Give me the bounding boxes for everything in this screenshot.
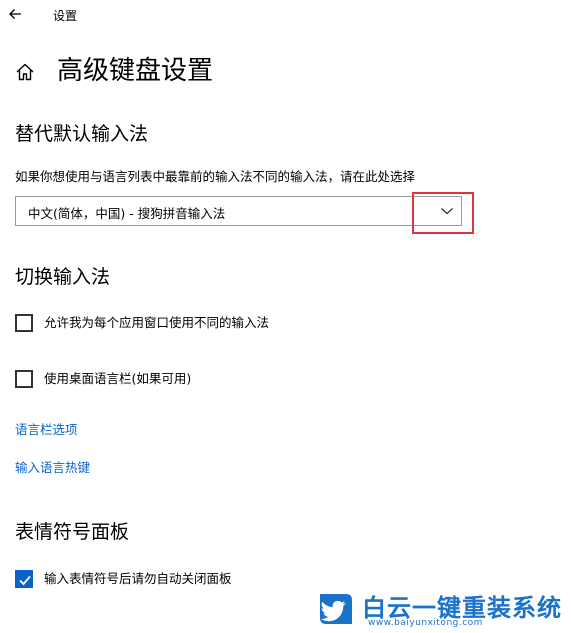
checkbox-box[interactable] (15, 314, 33, 332)
back-button[interactable] (6, 4, 26, 24)
checkbox-label: 输入表情符号后请勿自动关闭面板 (44, 571, 232, 586)
checkbox-box[interactable] (15, 370, 33, 388)
arrow-left-icon (9, 9, 21, 19)
section-title-emoji-panel: 表情符号面板 (15, 521, 130, 543)
highlight-annotation-box (412, 192, 474, 234)
dropdown-selected-value: 中文(简体，中国) - 搜狗拼音输入法 (28, 206, 226, 221)
window-title: 设置 (53, 9, 78, 23)
home-button[interactable] (14, 61, 36, 83)
checkmark-icon (19, 575, 31, 586)
checkbox-label: 使用桌面语言栏(如果可用) (44, 371, 192, 386)
section-title-override-input: 替代默认输入法 (15, 123, 149, 145)
link-input-language-hotkeys[interactable]: 输入语言热键 (15, 459, 90, 477)
checkbox-box-checked[interactable] (15, 570, 33, 588)
section-title-switch-input: 切换输入法 (15, 266, 111, 288)
page-title: 高级键盘设置 (57, 56, 214, 86)
twitter-bird-icon (320, 594, 352, 624)
input-method-dropdown[interactable]: 中文(简体，中国) - 搜狗拼音输入法 (15, 196, 462, 226)
watermark: 白云一键重装系统 www.baiyunxitong.com (316, 590, 566, 630)
checkbox-label: 允许我为每个应用窗口使用不同的输入法 (44, 315, 270, 330)
link-language-bar-options[interactable]: 语言栏选项 (15, 421, 78, 439)
override-input-description: 如果你想使用与语言列表中最靠前的输入法不同的输入法，请在此处选择 (15, 169, 416, 184)
home-icon (16, 63, 34, 81)
title-bar: 设置 (0, 0, 571, 32)
watermark-url: www.baiyunxitong.com (368, 618, 483, 628)
